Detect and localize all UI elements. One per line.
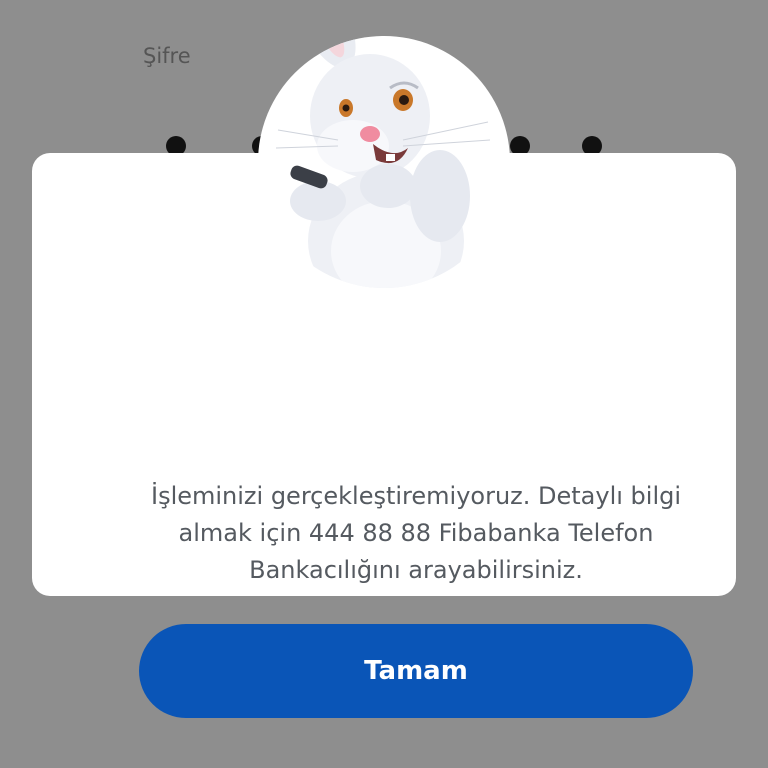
rabbit-mascot-icon bbox=[275, 36, 491, 288]
password-field-label: Şifre bbox=[143, 44, 191, 68]
ok-button[interactable]: Tamam bbox=[139, 624, 693, 718]
screen: Şifre İşleminizi gerçekleştiremiyoruz. D… bbox=[0, 0, 768, 768]
error-message: İşleminizi gerçekleştiremiyoruz. Detaylı… bbox=[150, 482, 682, 584]
mascot-avatar bbox=[258, 36, 510, 288]
